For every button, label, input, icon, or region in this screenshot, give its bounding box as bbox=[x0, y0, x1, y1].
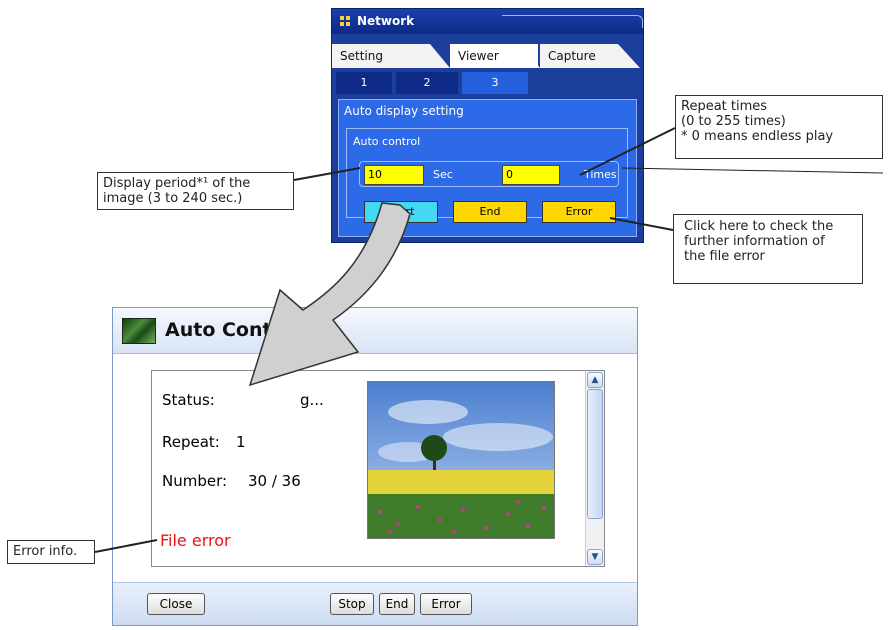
network-title: Network bbox=[357, 14, 415, 28]
subtab-2[interactable]: 2 bbox=[396, 72, 458, 94]
dialog-content: Status: g... Repeat: 1 Number: 30 / 36 F… bbox=[151, 370, 605, 567]
period-repeat-row: 10 Sec 0 Times bbox=[359, 161, 619, 187]
number-value: 30 / 36 bbox=[248, 472, 301, 490]
tab-setting[interactable]: Setting bbox=[332, 44, 430, 68]
repeat-label: Repeat: bbox=[162, 433, 220, 451]
network-panel: Network Setting Viewer Capture 1 2 3 Aut… bbox=[331, 8, 644, 243]
scroll-thumb[interactable] bbox=[587, 389, 603, 519]
period-input[interactable]: 10 bbox=[364, 165, 424, 185]
stop-button[interactable]: Stop bbox=[330, 593, 374, 615]
file-error-text: File error bbox=[160, 531, 231, 550]
dialog-title: Auto Control bbox=[165, 319, 301, 341]
end-button[interactable]: End bbox=[453, 201, 527, 223]
start-button[interactable]: Start bbox=[364, 201, 438, 223]
repeat-unit: Times bbox=[584, 168, 617, 181]
error-check-callout: Click here to check the further informat… bbox=[673, 214, 863, 284]
arrow-down-icon[interactable]: ▼ bbox=[587, 549, 603, 565]
network-titlebar: Network bbox=[332, 9, 643, 34]
arrow-up-icon[interactable]: ▲ bbox=[587, 372, 603, 388]
error-info-callout: Error info. bbox=[7, 540, 95, 564]
period-unit: Sec bbox=[433, 168, 453, 181]
number-label: Number: bbox=[162, 472, 228, 490]
display-period-callout: Display period*¹ of the image (3 to 240 … bbox=[97, 172, 294, 210]
grip-icon bbox=[340, 16, 352, 28]
status-label: Status: bbox=[162, 391, 215, 409]
sub-tabs: 1 2 3 bbox=[332, 72, 643, 94]
repeat-outline-line bbox=[621, 167, 884, 174]
auto-control-label: Auto control bbox=[353, 135, 421, 148]
repeat-times-callout: Repeat times (0 to 255 times) * 0 means … bbox=[675, 95, 883, 159]
close-button[interactable]: Close bbox=[147, 593, 205, 615]
repeat-input[interactable]: 0 bbox=[502, 165, 560, 185]
auto-display-label: Auto display setting bbox=[344, 104, 464, 118]
repeat-value: 1 bbox=[236, 433, 246, 451]
dialog-titlebar: Auto Control bbox=[113, 308, 637, 354]
subtab-1[interactable]: 1 bbox=[336, 72, 392, 94]
preview-image bbox=[367, 381, 555, 539]
content-scrollbar[interactable]: ▲ ▼ bbox=[585, 371, 604, 566]
status-value: g... bbox=[300, 391, 324, 409]
tab-capture[interactable]: Capture bbox=[540, 44, 618, 68]
dialog-footer: Close Stop End Error bbox=[113, 582, 637, 625]
dialog-end-button[interactable]: End bbox=[379, 593, 415, 615]
error-button[interactable]: Error bbox=[542, 201, 616, 223]
main-tabs: Setting Viewer Capture bbox=[332, 44, 643, 69]
dialog-error-button[interactable]: Error bbox=[420, 593, 472, 615]
subtab-3[interactable]: 3 bbox=[462, 72, 528, 94]
landscape-icon bbox=[122, 318, 156, 344]
auto-control-dialog: Auto Control Status: g... Repeat: 1 Numb… bbox=[112, 307, 638, 626]
